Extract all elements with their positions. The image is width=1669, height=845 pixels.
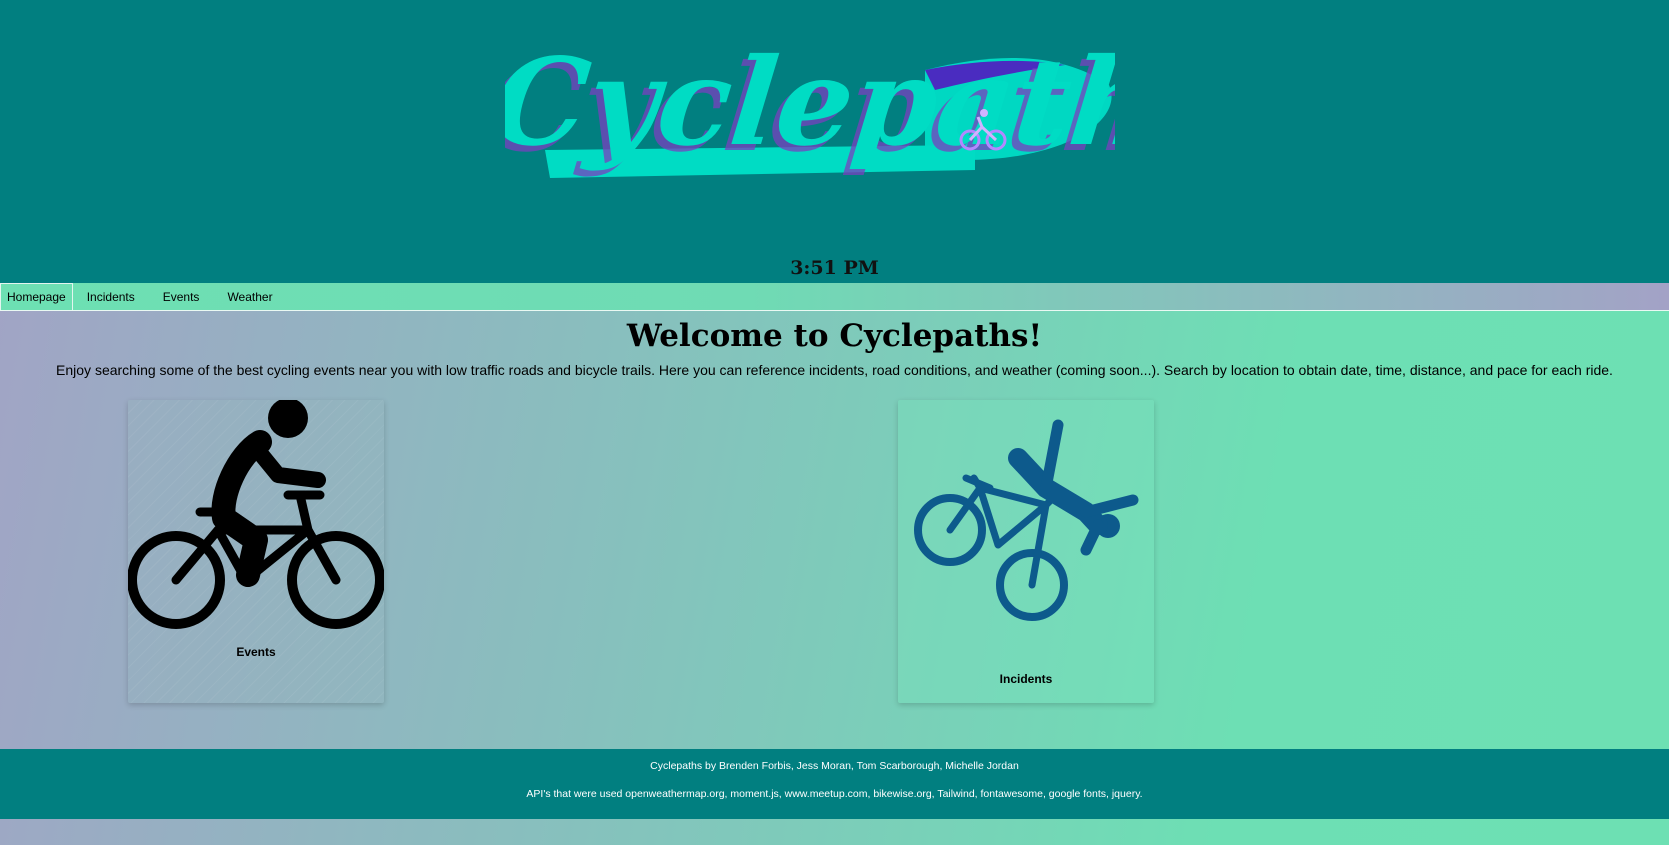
page-title: Welcome to Cyclepaths! xyxy=(626,318,1043,354)
events-card[interactable]: Events xyxy=(128,400,384,703)
cyclepaths-logo: Cyclepaths Cyclepaths xyxy=(505,32,1115,179)
footer-credits: Cyclepaths by Brenden Forbis, Jess Moran… xyxy=(650,760,1019,772)
incidents-card[interactable]: Incidents xyxy=(898,400,1154,703)
intro-text: Enjoy searching some of the best cycling… xyxy=(56,362,1613,378)
site-header: Cyclepaths Cyclepaths 3:51 PM xyxy=(0,0,1669,283)
incidents-card-label: Incidents xyxy=(999,672,1053,686)
current-time: 3:51 PM xyxy=(790,257,879,279)
events-card-label: Events xyxy=(236,645,276,659)
cyclist-icon xyxy=(128,400,384,629)
nav-incidents[interactable]: Incidents xyxy=(73,283,149,310)
nav-homepage[interactable]: Homepage xyxy=(0,283,73,310)
svg-text:Cyclepaths: Cyclepaths xyxy=(505,32,1115,173)
nav-weather[interactable]: Weather xyxy=(213,283,286,310)
footer-apis: API's that were used openweathermap.org,… xyxy=(526,788,1143,800)
crash-icon xyxy=(914,419,1139,621)
nav-events[interactable]: Events xyxy=(149,283,214,310)
site-footer: Cyclepaths by Brenden Forbis, Jess Moran… xyxy=(0,749,1669,819)
main-nav: Homepage Incidents Events Weather xyxy=(0,283,1669,311)
